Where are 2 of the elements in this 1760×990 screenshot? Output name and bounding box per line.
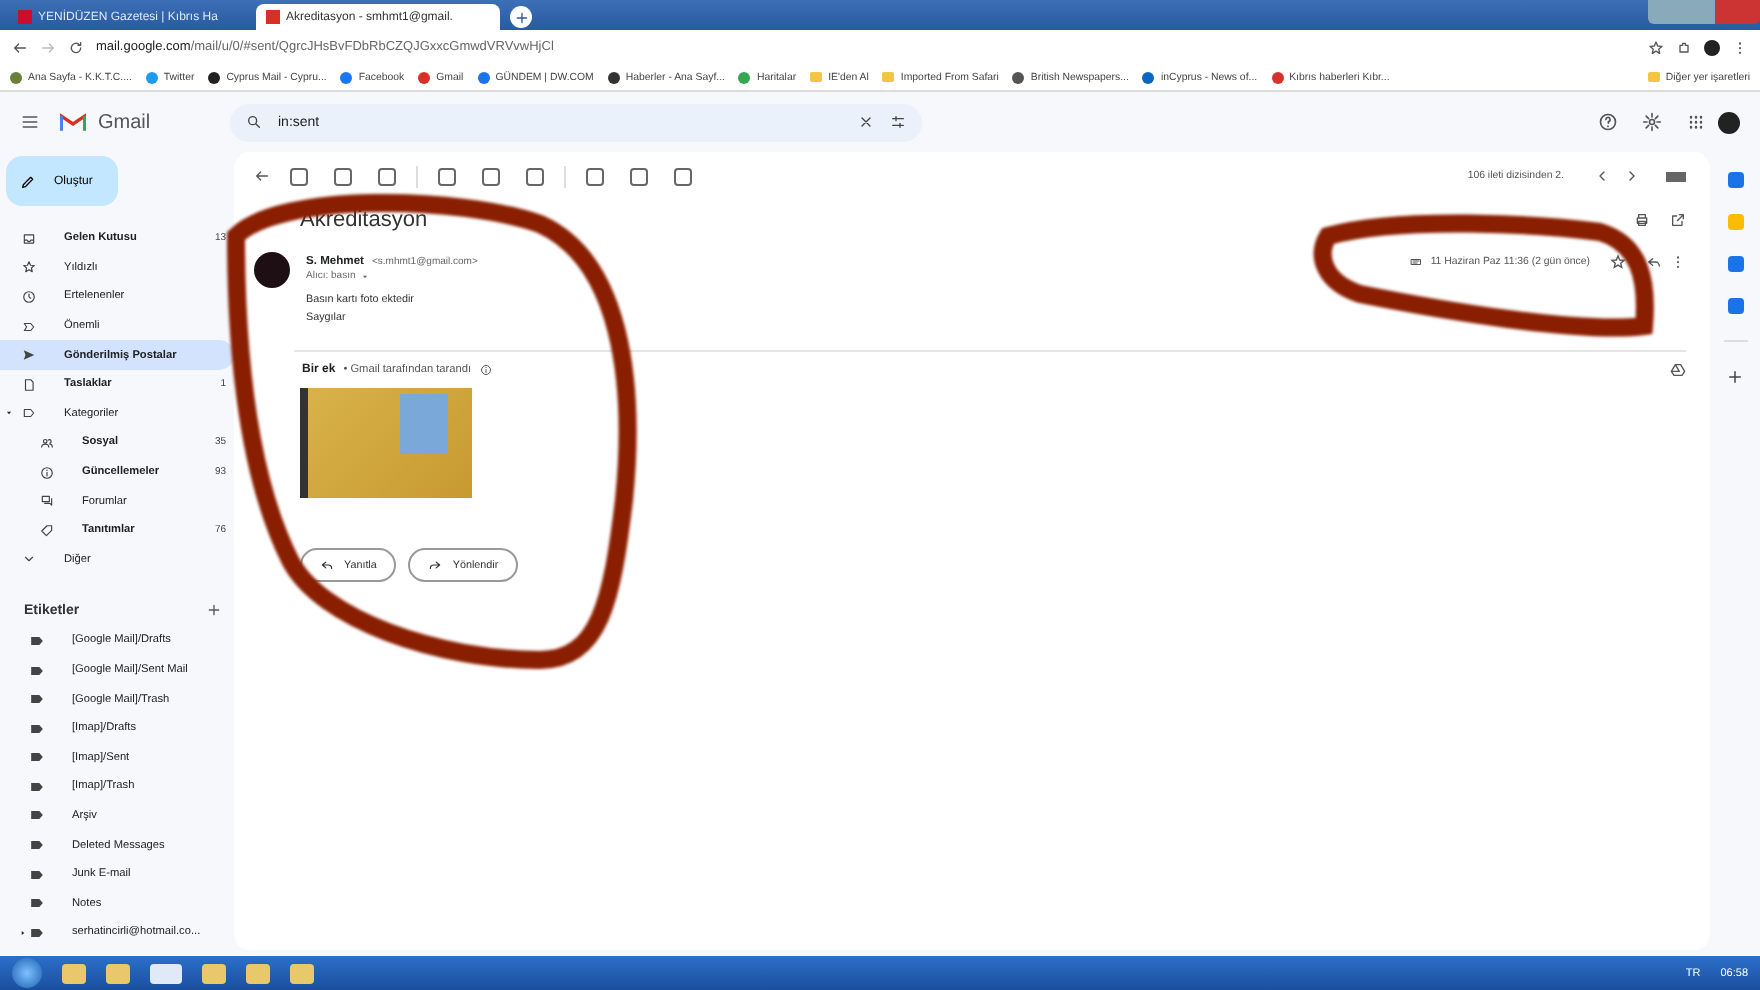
email-subject: Akreditasyon (300, 208, 428, 232)
app-name: Gmail (98, 111, 153, 133)
